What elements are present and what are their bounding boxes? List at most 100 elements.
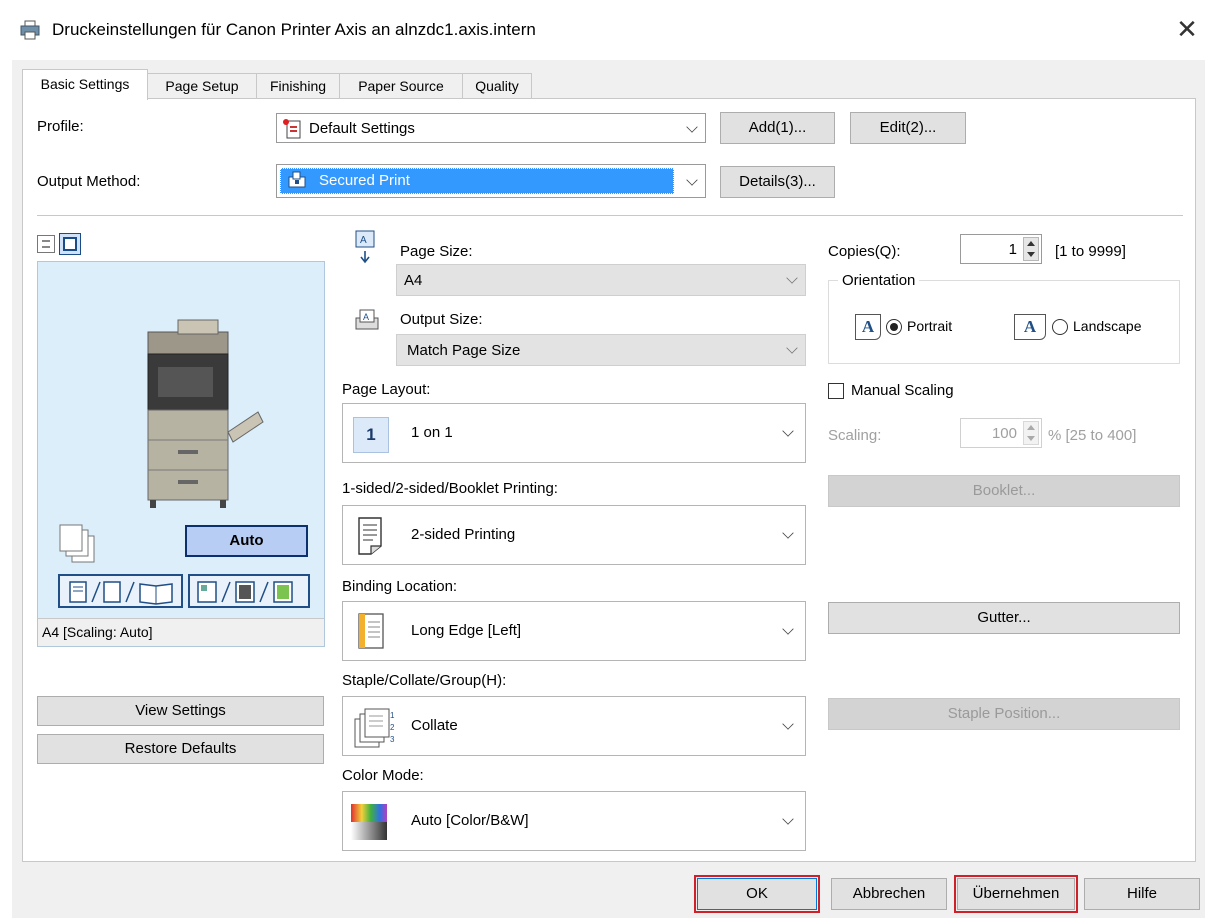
tab-page-setup[interactable]: Page Setup (147, 73, 257, 100)
chevron-down-icon (686, 121, 698, 133)
output-size-value: Match Page Size (407, 342, 521, 359)
profile-value: Default Settings (309, 120, 415, 137)
portrait-radio[interactable] (886, 319, 902, 335)
landscape-radio[interactable] (1052, 319, 1068, 335)
details-button[interactable]: Details(3)... (720, 166, 835, 198)
gutter-button[interactable]: Gutter... (828, 602, 1180, 634)
binding-location-label: Binding Location: (342, 578, 458, 595)
page-size-select[interactable]: A4 (396, 264, 806, 296)
selected-highlight: Secured Print (280, 168, 674, 194)
printer-icon (20, 20, 40, 40)
page-size-value: A4 (404, 272, 423, 289)
printing-mode-value: 2-sided Printing (411, 526, 516, 543)
landscape-icon: A (1014, 314, 1046, 340)
printer-preview-panel: Auto A4 [Scaling: Auto] (37, 261, 325, 647)
svg-text:2: 2 (390, 723, 395, 732)
portrait-label[interactable]: Portrait (907, 318, 952, 334)
preview-layout-view-icon[interactable] (59, 233, 81, 255)
divider (37, 215, 1183, 216)
output-method-label: Output Method: (37, 173, 141, 190)
help-button[interactable]: Hilfe (1084, 878, 1200, 910)
print-style-icons[interactable] (58, 574, 183, 608)
chevron-down-icon (686, 174, 698, 186)
manual-scaling-checkbox[interactable] (828, 383, 844, 399)
profile-label: Profile: (37, 118, 84, 135)
tab-paper-source[interactable]: Paper Source (339, 73, 463, 100)
binding-left-icon (357, 612, 387, 656)
add-profile-button[interactable]: Add(1)... (720, 112, 835, 144)
manual-scaling-label[interactable]: Manual Scaling (851, 382, 954, 399)
tab-finishing[interactable]: Finishing (256, 73, 340, 100)
copies-stack-icon (58, 524, 98, 568)
chevron-down-icon (782, 425, 794, 437)
color-style-icons[interactable] (188, 574, 310, 608)
spin-arrows-icon[interactable] (1023, 421, 1039, 445)
auto-button[interactable]: Auto (185, 525, 308, 557)
copies-range: [1 to 9999] (1055, 243, 1126, 260)
page-size-label: Page Size: (400, 243, 473, 260)
copies-value: 1 (1008, 241, 1017, 258)
scaling-range: % [25 to 400] (1048, 427, 1137, 444)
copies-label: Copies(Q): (828, 243, 901, 260)
staple-collate-value: Collate (411, 717, 458, 734)
profile-select[interactable]: Default Settings (276, 113, 706, 143)
svg-text:3: 3 (390, 735, 395, 744)
booklet-button[interactable]: Booklet... (828, 475, 1180, 507)
output-size-label: Output Size: (400, 311, 483, 328)
scaling-label: Scaling: (828, 427, 882, 444)
svg-text:A: A (360, 235, 367, 246)
chevron-down-icon (782, 718, 794, 730)
output-method-value: Secured Print (319, 172, 410, 189)
copies-spinner[interactable]: 1 (960, 234, 1042, 264)
window-title: Druckeinstellungen für Canon Printer Axi… (52, 20, 536, 39)
preview-printer-view-icon[interactable] (37, 235, 55, 253)
binding-location-value: Long Edge [Left] (411, 622, 522, 639)
scaling-value: 100 (991, 425, 1017, 442)
spin-arrows-icon[interactable] (1023, 237, 1039, 261)
page-layout-icon: 1 (353, 417, 389, 453)
orientation-legend: Orientation (838, 272, 920, 289)
page-size-icon: A (352, 229, 378, 269)
output-size-select[interactable]: Match Page Size (396, 334, 806, 366)
color-mode-icon (351, 804, 387, 840)
profile-icon (283, 119, 301, 143)
page-layout-select[interactable]: 1 1 on 1 (342, 403, 806, 463)
staple-position-button[interactable]: Staple Position... (828, 698, 1180, 730)
cancel-button[interactable]: Abbrechen (831, 878, 947, 910)
page-layout-value: 1 on 1 (411, 424, 453, 441)
preview-caption: A4 [Scaling: Auto] (42, 624, 153, 640)
close-button[interactable]: ✕ (1172, 14, 1202, 44)
color-mode-label: Color Mode: (342, 767, 424, 784)
staple-collate-label: Staple/Collate/Group(H): (342, 672, 507, 689)
scaling-spinner[interactable]: 100 (960, 418, 1042, 448)
edit-profile-button[interactable]: Edit(2)... (850, 112, 966, 144)
svg-text:1: 1 (390, 711, 395, 720)
lock-print-icon (287, 171, 307, 193)
portrait-icon: A (855, 314, 881, 340)
printing-mode-select[interactable]: 2-sided Printing (342, 505, 806, 565)
output-size-icon: A (354, 308, 380, 336)
chevron-down-icon (782, 527, 794, 539)
chevron-down-icon (786, 272, 798, 284)
apply-button[interactable]: Übernehmen (954, 875, 1078, 913)
printing-mode-label: 1-sided/2-sided/Booklet Printing: (342, 480, 558, 497)
ok-button[interactable]: OK (694, 875, 820, 913)
collate-icon: 1 2 3 (353, 705, 397, 753)
chevron-down-icon (782, 813, 794, 825)
chevron-down-icon (782, 623, 794, 635)
binding-location-select[interactable]: Long Edge [Left] (342, 601, 806, 661)
color-mode-select[interactable]: Auto [Color/B&W] (342, 791, 806, 851)
chevron-down-icon (786, 342, 798, 354)
tab-basic-settings[interactable]: Basic Settings (22, 69, 148, 100)
page-layout-label: Page Layout: (342, 381, 431, 398)
tab-quality[interactable]: Quality (462, 73, 532, 100)
color-mode-value: Auto [Color/B&W] (411, 812, 529, 829)
two-sided-icon (353, 516, 391, 560)
view-settings-button[interactable]: View Settings (37, 696, 324, 726)
restore-defaults-button[interactable]: Restore Defaults (37, 734, 324, 764)
output-method-select[interactable]: Secured Print (276, 164, 706, 198)
printer-image (138, 312, 264, 508)
svg-text:A: A (363, 312, 369, 322)
landscape-label[interactable]: Landscape (1073, 318, 1142, 334)
staple-collate-select[interactable]: 1 2 3 Collate (342, 696, 806, 756)
